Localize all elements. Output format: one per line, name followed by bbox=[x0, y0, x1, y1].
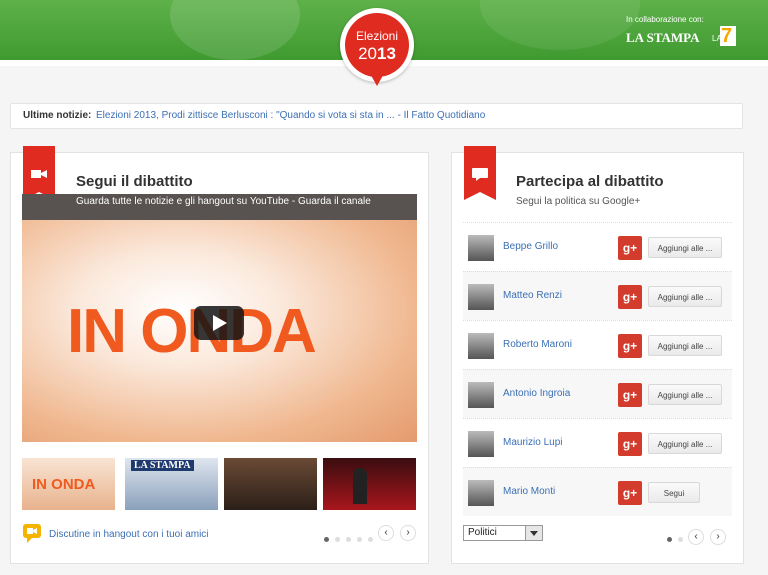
carousel-dots bbox=[667, 531, 689, 549]
banner-decoration bbox=[170, 0, 300, 60]
avatar[interactable] bbox=[468, 284, 494, 310]
video-title-text: IN ONDA bbox=[67, 297, 317, 366]
video-thumbnail[interactable]: IN ONDA bbox=[22, 458, 115, 510]
list-item: Maurizio Lupi g+ Aggiungi alle ... bbox=[463, 418, 732, 467]
carousel-dot[interactable] bbox=[324, 537, 329, 543]
avatar[interactable] bbox=[468, 480, 494, 506]
logo-line1: Elezioni bbox=[355, 29, 399, 43]
hangout-link[interactable]: Discutine in hangout con i tuoi amici bbox=[49, 529, 209, 540]
politician-name-link[interactable]: Mario Monti bbox=[503, 486, 555, 497]
category-select[interactable]: Politici bbox=[463, 525, 543, 541]
video-caption-link[interactable]: Guarda tutte le notizie e gli hangout su… bbox=[22, 194, 417, 220]
carousel-dot[interactable] bbox=[368, 537, 373, 543]
add-to-circles-button[interactable]: Aggiungi alle ... bbox=[648, 335, 722, 356]
politician-name-link[interactable]: Matteo Renzi bbox=[503, 290, 562, 301]
video-camera-icon bbox=[31, 170, 47, 178]
politician-name-link[interactable]: Antonio Ingroia bbox=[503, 388, 570, 399]
chat-bubble-icon bbox=[472, 168, 488, 181]
list-item: Roberto Maroni g+ Aggiungi alle ... bbox=[463, 320, 732, 369]
google-plus-icon[interactable]: g+ bbox=[618, 236, 642, 260]
panel-title: Partecipa al dibattito bbox=[516, 173, 664, 190]
google-plus-icon[interactable]: g+ bbox=[618, 481, 642, 505]
video-thumbnail[interactable] bbox=[224, 458, 317, 510]
hangout-icon[interactable] bbox=[22, 523, 42, 543]
logo-tail bbox=[368, 70, 386, 86]
list-item: Beppe Grillo g+ Aggiungi alle ... bbox=[463, 222, 732, 271]
collaboration-label: In collaborazione con: bbox=[626, 15, 704, 24]
partecipa-dibattito-panel: Partecipa al dibattito Segui la politica… bbox=[451, 146, 744, 564]
carousel-prev-button[interactable]: ‹ bbox=[378, 525, 394, 541]
elezioni-logo[interactable]: Elezioni 2013 bbox=[340, 8, 414, 88]
news-label: Ultime notizie: bbox=[23, 110, 92, 121]
carousel-next-button[interactable]: › bbox=[710, 529, 726, 545]
add-to-circles-button[interactable]: Aggiungi alle ... bbox=[648, 384, 722, 405]
news-ticker: Ultime notizie: Elezioni 2013, Prodi zit… bbox=[10, 103, 743, 129]
follow-button[interactable]: Segui bbox=[648, 482, 700, 503]
add-to-circles-button[interactable]: Aggiungi alle ... bbox=[648, 237, 722, 258]
avatar[interactable] bbox=[468, 235, 494, 261]
google-plus-icon[interactable]: g+ bbox=[618, 285, 642, 309]
avatar[interactable] bbox=[468, 333, 494, 359]
google-plus-icon[interactable]: g+ bbox=[618, 383, 642, 407]
add-to-circles-button[interactable]: Aggiungi alle ... bbox=[648, 433, 722, 454]
panel-title: Segui il dibattito bbox=[76, 173, 193, 190]
logo-year: 2013 bbox=[358, 44, 396, 63]
list-item: Matteo Renzi g+ Aggiungi alle ... bbox=[463, 271, 732, 320]
la7-logo[interactable]: LA 7 bbox=[712, 25, 736, 48]
politicians-list: Beppe Grillo g+ Aggiungi alle ... Matteo… bbox=[463, 222, 732, 516]
list-item: Mario Monti g+ Segui bbox=[463, 467, 732, 516]
play-button[interactable] bbox=[194, 306, 244, 340]
add-to-circles-button[interactable]: Aggiungi alle ... bbox=[648, 286, 722, 307]
avatar[interactable] bbox=[468, 382, 494, 408]
politician-name-link[interactable]: Roberto Maroni bbox=[503, 339, 572, 350]
news-headline-link[interactable]: Elezioni 2013, Prodi zittisce Berlusconi… bbox=[96, 104, 485, 128]
carousel-prev-button[interactable]: ‹ bbox=[688, 529, 704, 545]
panel-ribbon bbox=[464, 146, 496, 200]
google-plus-icon[interactable]: g+ bbox=[618, 334, 642, 358]
la-stampa-logo[interactable]: LA STAMPA bbox=[626, 30, 700, 46]
panel-ribbon bbox=[23, 146, 55, 200]
segui-dibattito-panel: Segui il dibattito IN ONDA Guarda tutte … bbox=[10, 146, 429, 564]
list-item: Antonio Ingroia g+ Aggiungi alle ... bbox=[463, 369, 732, 418]
video-thumbnail[interactable] bbox=[323, 458, 416, 510]
chevron-down-icon bbox=[525, 526, 542, 540]
video-thumbnail[interactable]: LA STAMPA bbox=[125, 458, 218, 510]
logo-badge: Elezioni 2013 bbox=[345, 13, 409, 77]
video-player[interactable]: IN ONDA Guarda tutte le notizie e gli ha… bbox=[22, 194, 417, 442]
news-source: - Il Fatto Quotidiano bbox=[394, 110, 486, 121]
panel-subtitle: Segui la politica su Google+ bbox=[516, 196, 641, 207]
politician-name-link[interactable]: Maurizio Lupi bbox=[503, 437, 562, 448]
carousel-dots bbox=[324, 531, 379, 549]
carousel-dot[interactable] bbox=[335, 537, 340, 543]
carousel-dot[interactable] bbox=[346, 537, 351, 543]
carousel-dot[interactable] bbox=[357, 537, 362, 543]
carousel-dot[interactable] bbox=[678, 537, 683, 543]
banner-decoration bbox=[480, 0, 640, 50]
carousel-dot[interactable] bbox=[667, 537, 672, 543]
avatar[interactable] bbox=[468, 431, 494, 457]
politician-name-link[interactable]: Beppe Grillo bbox=[503, 241, 558, 252]
carousel-next-button[interactable]: › bbox=[400, 525, 416, 541]
google-plus-icon[interactable]: g+ bbox=[618, 432, 642, 456]
